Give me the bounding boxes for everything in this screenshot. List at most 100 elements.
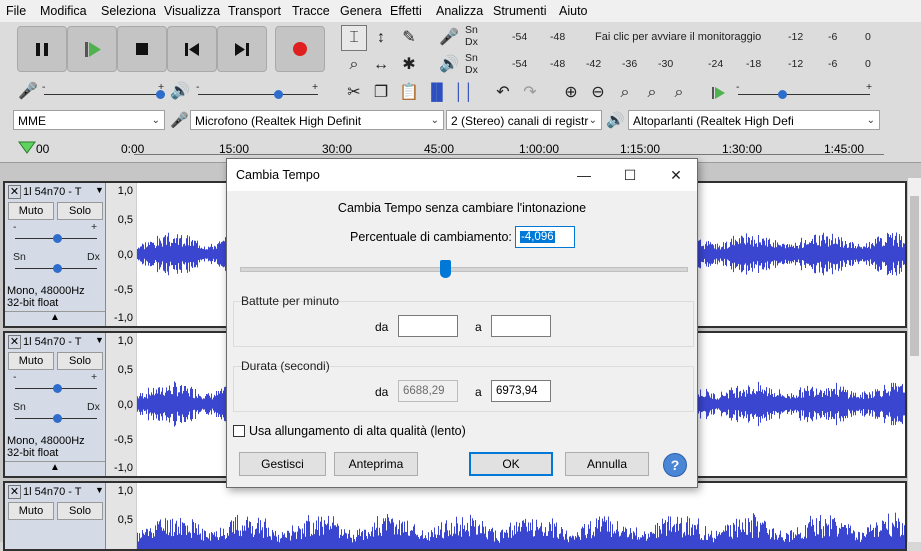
menu-tracks[interactable]: Tracce [292,4,330,18]
menu-tools[interactable]: Strumenti [493,4,547,18]
record-volume-icon: 🎤 [18,83,38,100]
mute-button[interactable]: Muto [8,502,54,520]
silence-button[interactable]: ││ [451,80,477,106]
fit-selection-button[interactable]: ⌕ [612,80,638,106]
percent-change-slider[interactable] [240,260,688,278]
menu-view[interactable]: Visualizza [164,4,220,18]
audio-track-3[interactable]: ✕ 1l 54n70 - T ▼ Muto Solo 1,0 0,5 [3,481,907,551]
envelope-tool[interactable]: ↕ [368,25,394,51]
timeshift-tool[interactable]: ↔ [368,52,394,78]
vertical-scrollbar[interactable] [908,178,921,542]
close-button[interactable]: ✕ [661,163,691,187]
playback-meter[interactable]: -54 -48 -42 -36 -30 -24 -18 -12 -6 0 [482,51,878,76]
duration-to-input[interactable]: 6973,94 [491,380,551,402]
playback-volume-slider[interactable]: - + [194,81,322,105]
pan-slider[interactable]: Sn Dx [13,251,100,273]
minimize-button[interactable]: — [569,163,599,187]
ok-button[interactable]: OK [469,452,553,476]
zoom-toggle-button[interactable]: ⌕ [666,80,692,106]
play-button[interactable] [67,26,117,72]
high-quality-label[interactable]: Usa allungamento di alta qualità (lento) [249,424,466,438]
audio-host-select[interactable]: MME ⌄ [13,110,165,130]
menu-file[interactable]: File [6,4,26,18]
slider-thumb[interactable] [778,90,787,99]
high-quality-checkbox[interactable] [233,425,245,437]
track-name-menu[interactable]: 1l 54n70 - T [23,336,82,348]
scrollbar-thumb[interactable] [910,196,919,356]
record-meter-button[interactable]: 🎤 [436,25,462,51]
monitor-hint[interactable]: Fai clic per avviare il monitoraggio [595,31,761,43]
preview-button[interactable]: Anteprima [334,452,418,476]
paste-button[interactable]: 📋 [396,80,422,106]
bpm-from-input[interactable] [398,315,458,337]
play-speed-slider[interactable]: - + [734,81,874,105]
track-name-menu[interactable]: 1l 54n70 - T [23,486,82,498]
track-bitdepth: 32-bit float [7,447,59,459]
redo-button[interactable]: ↷ [517,80,543,106]
pause-button[interactable] [17,26,67,72]
slider-thumb[interactable] [274,90,283,99]
collapse-track-button[interactable]: ▲ [5,311,105,326]
slider-thumb[interactable] [53,414,62,423]
close-track-button[interactable]: ✕ [8,185,21,199]
mute-button[interactable]: Muto [8,202,54,220]
slider-thumb[interactable] [53,234,62,243]
solo-button[interactable]: Solo [57,502,103,520]
recording-channels-select[interactable]: 2 (Stereo) canali di registr ⌄ [446,110,602,130]
playback-device-select[interactable]: Altoparlanti (Realtek High Defi ⌄ [628,110,880,130]
redo-icon: ↷ [523,84,537,101]
collapse-track-button[interactable]: ▲ [5,461,105,476]
zoom-in-button[interactable]: ⊕ [558,80,584,106]
record-meter[interactable]: -54 -48 Fai clic per avviare il monitora… [482,24,878,49]
manage-button[interactable]: Gestisci [239,452,326,476]
recording-device-select[interactable]: Microfono (Realtek High Definit ⌄ [190,110,444,130]
skip-start-button[interactable] [167,26,217,72]
stop-button[interactable] [117,26,167,72]
trim-button[interactable]: ▐▌ [424,80,450,106]
help-button[interactable]: ? [663,453,687,477]
track-name-menu[interactable]: 1l 54n70 - T [23,186,82,198]
undo-button[interactable]: ↶ [490,80,516,106]
record-volume-slider[interactable]: - + [40,81,168,105]
copy-button[interactable]: ❐ [368,80,394,106]
slider-max-label: + [312,81,319,93]
dialog-titlebar[interactable]: Cambia Tempo — ☐ ✕ [227,159,697,191]
pin-head-icon[interactable] [17,139,37,157]
slider-thumb[interactable] [156,90,165,99]
menu-generate[interactable]: Genera [340,4,382,18]
maximize-button[interactable]: ☐ [615,163,645,187]
multi-tool[interactable]: ✱ [396,52,422,78]
gain-slider[interactable]: - + [13,221,99,243]
menu-transport[interactable]: Transport [228,4,281,18]
menu-analyze[interactable]: Analizza [436,4,483,18]
solo-button[interactable]: Solo [57,352,103,370]
slider-thumb[interactable] [440,260,451,278]
zoom-tool[interactable]: ⌕ [341,52,367,78]
solo-button[interactable]: Solo [57,202,103,220]
menu-effects[interactable]: Effetti [390,4,422,18]
slider-thumb[interactable] [53,264,62,273]
record-icon [293,42,307,56]
draw-tool[interactable]: ✎ [396,25,422,51]
menu-select[interactable]: Seleziona [101,4,156,18]
play-at-speed-button[interactable] [705,80,731,106]
pan-slider[interactable]: Sn Dx [13,401,100,423]
waveform[interactable] [137,483,905,549]
slider-thumb[interactable] [53,384,62,393]
menu-help[interactable]: Aiuto [559,4,588,18]
playback-meter-button[interactable]: 🔊 [436,52,462,78]
bpm-to-input[interactable] [491,315,551,337]
skip-end-button[interactable] [217,26,267,72]
cancel-button[interactable]: Annulla [565,452,649,476]
close-track-button[interactable]: ✕ [8,485,21,499]
cut-button[interactable]: ✂ [341,80,367,106]
selection-tool[interactable]: ⌶ [341,25,367,51]
percent-change-input[interactable]: -4,096 [515,226,575,248]
gain-slider[interactable]: - + [13,371,99,393]
close-track-button[interactable]: ✕ [8,335,21,349]
fit-project-button[interactable]: ⌕ [639,80,665,106]
menu-edit[interactable]: Modifica [40,4,87,18]
mute-button[interactable]: Muto [8,352,54,370]
record-button[interactable] [275,26,325,72]
zoom-out-button[interactable]: ⊖ [585,80,611,106]
